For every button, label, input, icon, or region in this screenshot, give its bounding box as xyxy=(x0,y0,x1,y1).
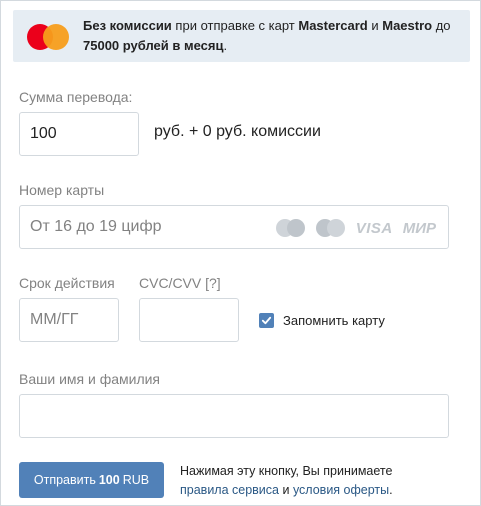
commission-banner: Без комиссии при отправке с карт Masterc… xyxy=(13,10,470,62)
name-input[interactable] xyxy=(19,394,449,438)
submit-currency: RUB xyxy=(122,473,150,487)
card-number-placeholder: От 16 до 19 цифр xyxy=(30,218,162,235)
legal-notice: Нажимая эту кнопку, Вы принимаете правила… xyxy=(180,462,470,500)
banner-text-part: . xyxy=(223,38,228,53)
visa-logo-icon: VISA xyxy=(355,219,393,237)
checkmark-icon xyxy=(261,316,272,325)
legal-text: Нажимая эту кнопку, Вы принимаете xyxy=(180,464,393,478)
cvc-label: CVC/CVV [?] xyxy=(139,275,221,291)
legal-and: и xyxy=(279,483,293,497)
remember-card-checkbox[interactable] xyxy=(259,313,274,328)
banner-text-part: при отправке с карт xyxy=(171,18,299,33)
banner-brand-maestro: Maestro xyxy=(382,18,433,33)
submit-button[interactable]: Отправить 100 RUB xyxy=(19,462,164,498)
remember-card-label[interactable]: Запомнить карту xyxy=(283,313,385,328)
mir-logo-icon: МИР xyxy=(402,219,436,237)
amount-label: Сумма перевода: xyxy=(19,89,133,105)
legal-end: . xyxy=(389,483,393,497)
banner-text-part: до xyxy=(432,18,451,33)
cvc-input[interactable] xyxy=(139,298,239,342)
expiry-input[interactable]: ММ/ГГ xyxy=(19,298,119,342)
service-rules-link[interactable]: правила сервиса xyxy=(180,483,279,497)
expiry-label: Срок действия xyxy=(19,275,115,291)
amount-value: 100 xyxy=(30,125,57,142)
mastercard-logo-icon xyxy=(27,24,71,50)
card-number-input[interactable]: От 16 до 19 цифр VISA МИР xyxy=(19,205,449,249)
offer-terms-link[interactable]: условия оферты xyxy=(293,483,389,497)
submit-amount: 100 xyxy=(98,473,120,487)
banner-bold-prefix: Без комиссии xyxy=(83,18,172,33)
name-label: Ваши имя и фамилия xyxy=(19,371,161,387)
amount-input[interactable]: 100 xyxy=(19,112,139,156)
commission-hint: руб. + 0 руб. комиссии xyxy=(154,123,321,140)
mastercard-gray-icon xyxy=(275,219,306,237)
banner-limit: 75000 рублей в месяц xyxy=(83,38,224,53)
banner-text: Без комиссии при отправке с карт Masterc… xyxy=(83,16,463,56)
maestro-gray-icon xyxy=(315,219,346,237)
submit-prefix: Отправить xyxy=(33,473,96,487)
expiry-placeholder: ММ/ГГ xyxy=(30,311,79,328)
payment-form: Без комиссии при отправке с карт Masterc… xyxy=(0,0,481,506)
banner-brand-mastercard: Mastercard xyxy=(298,18,368,33)
card-brand-logos: VISA МИР xyxy=(275,219,436,237)
card-number-label: Номер карты xyxy=(19,182,105,198)
banner-text-part: и xyxy=(367,18,383,33)
